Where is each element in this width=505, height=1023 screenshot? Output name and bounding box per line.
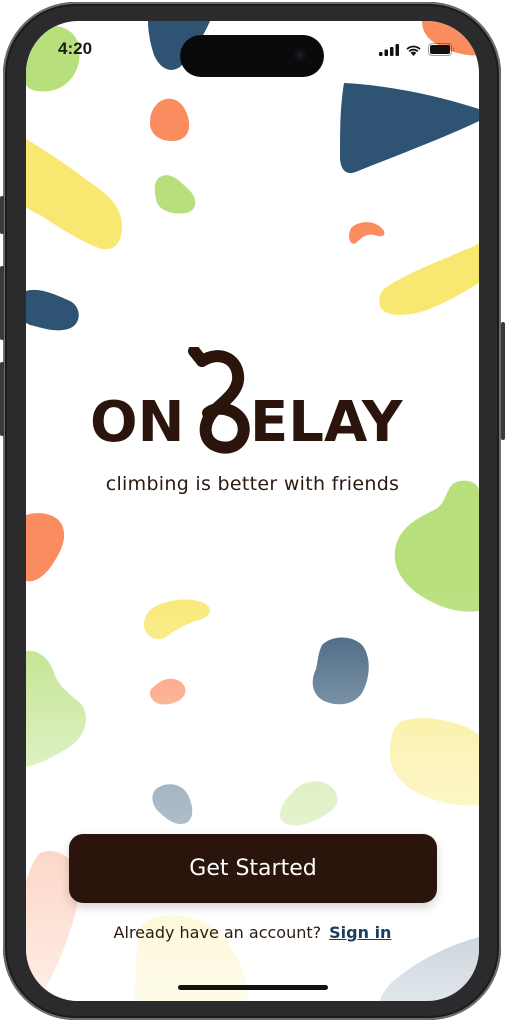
blob-green-1 <box>154 175 196 214</box>
blob-orange-1 <box>150 98 190 141</box>
tagline: climbing is better with friends <box>105 473 400 495</box>
knot-icon <box>188 347 250 454</box>
status-bar: 4:20 <box>26 21 479 77</box>
battery-icon <box>428 43 454 56</box>
power-button <box>501 322 505 440</box>
status-time: 4:20 <box>58 39 93 58</box>
wifi-icon <box>406 45 421 56</box>
logo-text-on: ON <box>90 390 184 455</box>
volume-down-button <box>0 362 4 436</box>
blob-yellow-right <box>379 241 479 315</box>
blob-orange-2 <box>349 222 385 244</box>
sign-in-row: Already have an account? Sign in <box>26 923 479 942</box>
blob-orange-left <box>26 513 65 582</box>
blob-yellow-left <box>26 139 122 250</box>
onbelay-logo: ON ELAY <box>90 347 404 455</box>
app-screen: 4:20 ON ELAY climbing is better with fri… <box>26 21 479 1001</box>
cellular-signal-icon <box>379 43 399 56</box>
account-prompt: Already have an account? <box>113 923 322 942</box>
home-indicator[interactable] <box>178 985 328 990</box>
blob-navy-triangle <box>340 83 479 174</box>
blob-navy-left <box>26 289 79 331</box>
status-icons <box>379 43 455 56</box>
volume-up-button <box>0 266 4 340</box>
action-button <box>0 196 4 234</box>
front-camera-icon <box>294 49 306 61</box>
sign-in-link[interactable]: Sign in <box>329 923 391 942</box>
get-started-button[interactable]: Get Started <box>69 834 437 903</box>
logo-text-elay: ELAY <box>250 390 404 455</box>
dynamic-island <box>180 35 324 77</box>
